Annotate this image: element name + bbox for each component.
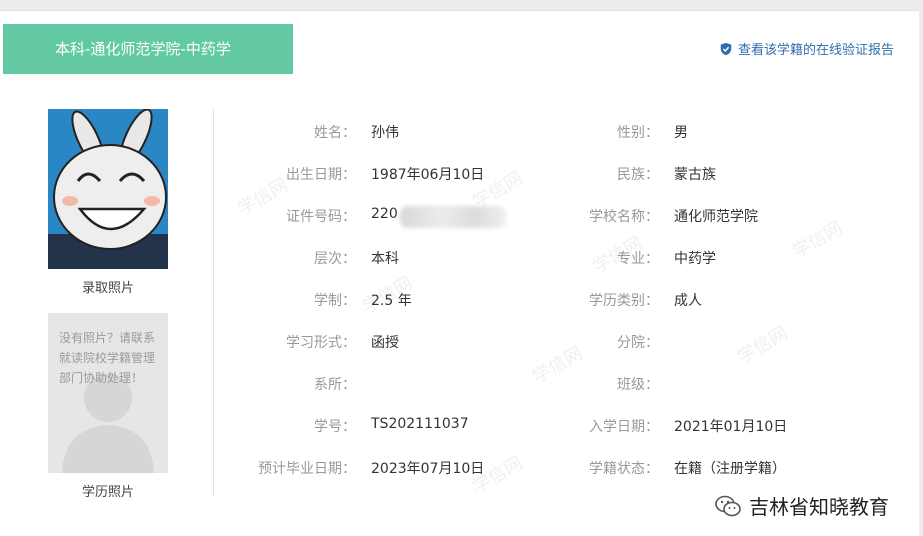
field-value-gender: 男 bbox=[674, 125, 688, 141]
field-value-duration: 2.5 年 bbox=[371, 293, 412, 309]
admission-photo bbox=[48, 109, 168, 269]
field-label-class: 班级： bbox=[617, 377, 659, 393]
field-label-id-number: 证件号码： bbox=[286, 209, 356, 225]
field-label-ethnicity: 民族： bbox=[617, 167, 659, 183]
verify-report-label: 查看该学籍的在线验证报告 bbox=[737, 43, 894, 58]
field-label-study-mode: 学习形式： bbox=[286, 335, 356, 351]
field-label-name: 姓名： bbox=[314, 125, 356, 141]
field-label-gender: 性别： bbox=[617, 125, 659, 141]
field-value-expected-graduation: 2023年07月10日 bbox=[371, 461, 485, 477]
field-value-status: 在籍（注册学籍） bbox=[674, 461, 786, 477]
watermark: 学信网 bbox=[734, 322, 792, 368]
field-label-enrollment-date: 入学日期： bbox=[589, 419, 659, 435]
field-value-level: 本科 bbox=[371, 251, 399, 267]
field-label-education-type: 学历类别： bbox=[589, 293, 659, 309]
field-label-student-id: 学号： bbox=[314, 419, 356, 435]
student-record-card: 本科-通化师范学院-中药学 查看该学籍的在线验证报告 学信网 学信网 学信网 学… bbox=[0, 10, 919, 536]
field-value-id-number: 220 bbox=[371, 206, 398, 222]
field-value-ethnicity: 蒙古族 bbox=[674, 167, 716, 183]
field-label-duration: 学制： bbox=[314, 293, 356, 309]
degree-photo-caption: 学历照片 bbox=[81, 485, 134, 500]
field-label-branch: 分院： bbox=[617, 335, 659, 351]
redaction-blur bbox=[400, 206, 506, 228]
verify-report-link[interactable]: 查看该学籍的在线验证报告 bbox=[719, 39, 894, 58]
admission-photo-caption: 录取照片 bbox=[81, 281, 134, 296]
record-title-tag: 本科-通化师范学院-中药学 bbox=[3, 24, 293, 74]
field-label-birthdate: 出生日期： bbox=[286, 167, 356, 183]
watermark: 学信网 bbox=[789, 217, 847, 263]
field-value-enrollment-date: 2021年01月10日 bbox=[674, 419, 788, 435]
field-label-expected-graduation: 预计毕业日期： bbox=[258, 461, 356, 477]
field-label-major: 专业： bbox=[617, 251, 659, 267]
divider bbox=[213, 109, 214, 497]
shield-check-icon bbox=[720, 42, 732, 55]
field-value-birthdate: 1987年06月10日 bbox=[371, 167, 485, 183]
field-value-study-mode: 函授 bbox=[371, 335, 399, 351]
cartoon-avatar-icon bbox=[48, 109, 168, 269]
field-label-level: 层次： bbox=[314, 251, 356, 267]
wechat-account-watermark: 吉林省知晓教育 bbox=[715, 491, 889, 520]
field-label-department: 系所： bbox=[314, 377, 356, 393]
field-value-major: 中药学 bbox=[674, 251, 716, 267]
field-value-student-id: TS202111037 bbox=[371, 416, 469, 432]
field-value-education-type: 成人 bbox=[674, 293, 702, 309]
degree-photo-placeholder: 没有照片？请联系就读院校学籍管理部门协助处理！ bbox=[48, 313, 168, 473]
field-value-school-name: 通化师范学院 bbox=[674, 209, 758, 225]
no-photo-message: 没有照片？请联系就读院校学籍管理部门协助处理！ bbox=[59, 331, 156, 385]
wechat-icon bbox=[715, 495, 741, 516]
field-label-status: 学籍状态： bbox=[589, 461, 659, 477]
field-value-name: 孙伟 bbox=[371, 125, 399, 141]
wechat-account-name: 吉林省知晓教育 bbox=[749, 495, 889, 519]
field-label-school-name: 学校名称： bbox=[589, 209, 659, 225]
